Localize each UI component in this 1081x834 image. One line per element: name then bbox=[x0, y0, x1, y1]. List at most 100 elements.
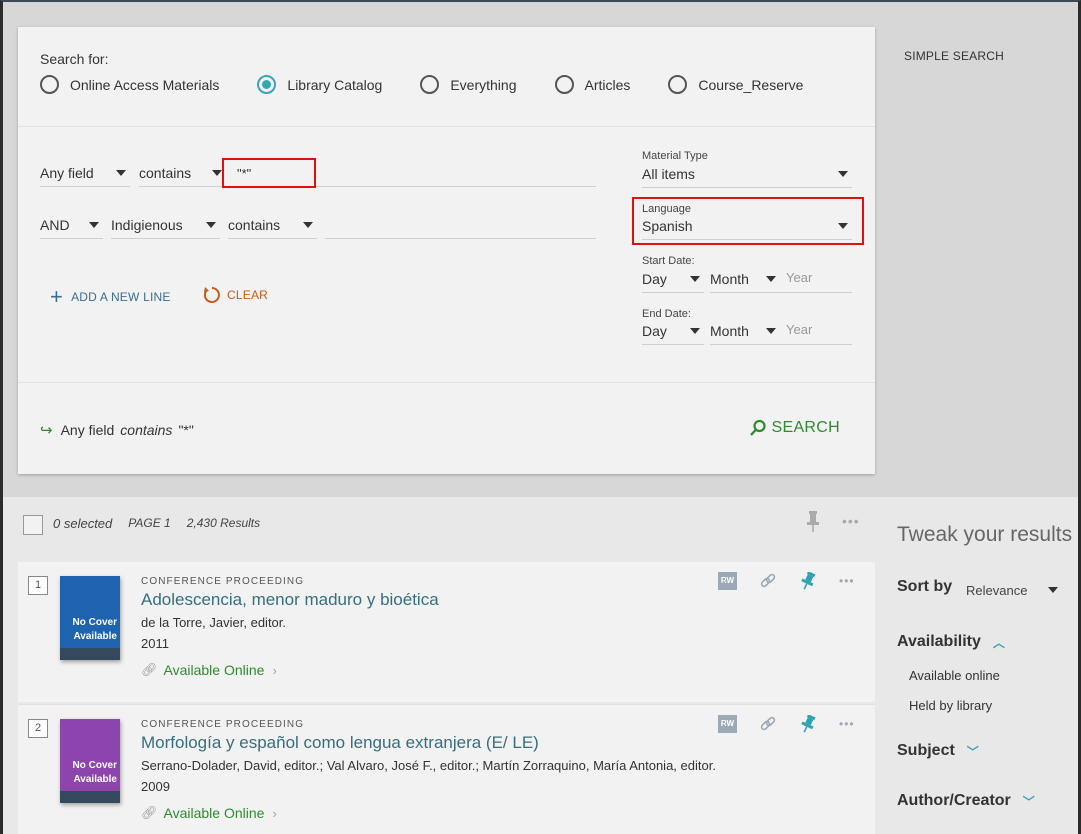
select-value: contains bbox=[228, 217, 281, 233]
material-type-select[interactable]: All items bbox=[642, 164, 852, 188]
result-author: Serrano-Dolader, David, editor.; Val Alv… bbox=[141, 758, 716, 773]
pin-record-icon[interactable] bbox=[799, 572, 817, 590]
end-day-select[interactable]: Day bbox=[642, 321, 704, 345]
rw-badge-icon[interactable]: RW bbox=[718, 572, 737, 590]
select-value: Month bbox=[710, 271, 749, 287]
availability-label: Available Online bbox=[163, 662, 265, 678]
summary-operator: contains bbox=[120, 422, 173, 438]
caret-down-icon bbox=[766, 276, 776, 282]
permalink-icon[interactable] bbox=[759, 715, 777, 733]
line2-field-select[interactable]: Indigienous bbox=[111, 215, 220, 239]
radio-button[interactable] bbox=[668, 75, 688, 94]
link-icon: 🔗︎ bbox=[141, 805, 158, 820]
start-month-select[interactable]: Month bbox=[710, 269, 780, 293]
availability-link[interactable]: 🔗︎ Available Online › bbox=[141, 805, 277, 821]
end-year-input[interactable]: Year bbox=[780, 321, 852, 345]
start-date-label: Start Date: bbox=[642, 255, 695, 267]
pin-icon[interactable] bbox=[805, 511, 821, 533]
caret-down-icon bbox=[89, 222, 99, 228]
query-summary-bar: ↪ Any field contains "*" SEARCH bbox=[18, 382, 875, 474]
search-button-label: SEARCH bbox=[771, 419, 840, 436]
results-toolbar: 0 selected PAGE 1 2,430 Results ••• bbox=[18, 497, 875, 552]
caret-down-icon[interactable] bbox=[1048, 587, 1058, 593]
simple-search-link[interactable]: SIMPLE SEARCH bbox=[904, 49, 1004, 63]
caret-down-icon bbox=[206, 222, 216, 228]
scope-library-catalog[interactable]: Library Catalog bbox=[257, 75, 382, 94]
scope-section: Search for: Online Access Materials Libr… bbox=[18, 27, 875, 127]
material-type-label: Material Type bbox=[642, 150, 708, 162]
scope-course-reserve[interactable]: Course_Reserve bbox=[668, 75, 803, 94]
cover-text-line: Available bbox=[73, 774, 117, 785]
pin-record-icon[interactable] bbox=[799, 715, 817, 733]
cover-text: No Cover Available bbox=[73, 759, 117, 787]
cover-band bbox=[60, 648, 120, 660]
sort-select[interactable]: Relevance bbox=[966, 583, 1027, 598]
chevron-right-icon: › bbox=[272, 805, 277, 821]
resource-type: CONFERENCE PROCEEDING bbox=[141, 576, 305, 587]
chevron-right-icon: › bbox=[272, 662, 277, 678]
clear-label: CLEAR bbox=[227, 288, 269, 302]
line1-operator-select[interactable]: contains bbox=[139, 163, 226, 187]
cover-thumbnail[interactable]: No Cover Available bbox=[60, 576, 120, 660]
result-number: 1 bbox=[28, 576, 48, 595]
more-options-icon[interactable]: ••• bbox=[839, 717, 855, 731]
reset-icon bbox=[203, 287, 220, 303]
facet-option-available-online[interactable]: Available online bbox=[909, 668, 1000, 683]
result-number: 2 bbox=[28, 719, 48, 738]
add-new-line-button[interactable]: + ADD A NEW LINE bbox=[50, 286, 171, 308]
radio-button-selected[interactable] bbox=[257, 75, 277, 94]
selected-count: 0 selected bbox=[53, 516, 113, 531]
result-title-link[interactable]: Adolescencia, menor maduro y bioética bbox=[141, 590, 439, 610]
facet-label: Availability bbox=[897, 633, 981, 650]
scope-everything[interactable]: Everything bbox=[420, 75, 517, 94]
cover-thumbnail[interactable]: No Cover Available bbox=[60, 719, 120, 803]
search-button[interactable]: SEARCH bbox=[749, 419, 840, 437]
more-options-icon[interactable]: ••• bbox=[839, 574, 855, 588]
start-year-input[interactable]: Year bbox=[780, 269, 852, 293]
end-month-select[interactable]: Month bbox=[710, 321, 780, 345]
select-all-checkbox[interactable] bbox=[23, 515, 43, 535]
facet-label: Subject bbox=[897, 742, 955, 759]
radio-button[interactable] bbox=[554, 75, 574, 94]
select-value: Indigienous bbox=[111, 217, 183, 233]
more-options-icon[interactable]: ••• bbox=[842, 513, 860, 529]
scope-label: Online Access Materials bbox=[70, 76, 220, 93]
sort-by-label: Sort by bbox=[897, 578, 953, 595]
line2-boolean-select[interactable]: AND bbox=[40, 215, 103, 239]
result-title-link[interactable]: Morfología y español como lengua extranj… bbox=[141, 733, 539, 753]
chevron-up-icon: ︿ bbox=[992, 635, 1005, 650]
facet-subject[interactable]: Subject ﹀ bbox=[897, 742, 979, 760]
scope-online-access-materials[interactable]: Online Access Materials bbox=[40, 75, 219, 94]
caret-down-icon bbox=[690, 276, 700, 282]
caret-down-icon bbox=[303, 222, 313, 228]
result-year: 2009 bbox=[141, 779, 170, 794]
facet-availability[interactable]: Availability ︿ bbox=[897, 633, 1005, 651]
cover-text-line: No Cover bbox=[72, 617, 117, 628]
link-icon: 🔗︎ bbox=[141, 662, 158, 677]
line1-field-select[interactable]: Any field bbox=[40, 163, 130, 187]
caret-down-icon bbox=[116, 170, 126, 176]
facet-author-creator[interactable]: Author/Creator ﹀ bbox=[897, 792, 1035, 810]
facet-label: Author/Creator bbox=[897, 792, 1011, 809]
return-arrow-icon: ↪ bbox=[40, 422, 53, 439]
line2-operator-select[interactable]: contains bbox=[228, 215, 317, 239]
start-day-select[interactable]: Day bbox=[642, 269, 704, 293]
summary-field: Any field bbox=[60, 422, 115, 438]
permalink-icon[interactable] bbox=[759, 572, 777, 590]
clear-button[interactable]: CLEAR bbox=[201, 285, 268, 305]
rw-badge-icon[interactable]: RW bbox=[718, 715, 737, 733]
radio-button[interactable] bbox=[420, 75, 440, 94]
select-value: contains bbox=[139, 165, 192, 181]
scope-articles[interactable]: Articles bbox=[554, 75, 630, 94]
results-area: 0 selected PAGE 1 2,430 Results ••• 1 No… bbox=[3, 497, 1078, 834]
availability-link[interactable]: 🔗︎ Available Online › bbox=[141, 662, 277, 678]
result-actions: RW ••• bbox=[718, 572, 855, 590]
line2-search-input[interactable] bbox=[325, 215, 596, 239]
facet-option-held-by-library[interactable]: Held by library bbox=[909, 698, 992, 713]
select-value: AND bbox=[40, 217, 70, 233]
search-icon bbox=[749, 419, 766, 436]
chevron-down-icon: ﹀ bbox=[966, 744, 979, 759]
cover-text: No Cover Available bbox=[73, 616, 117, 644]
radio-button[interactable] bbox=[40, 75, 59, 94]
caret-down-icon bbox=[838, 171, 848, 177]
